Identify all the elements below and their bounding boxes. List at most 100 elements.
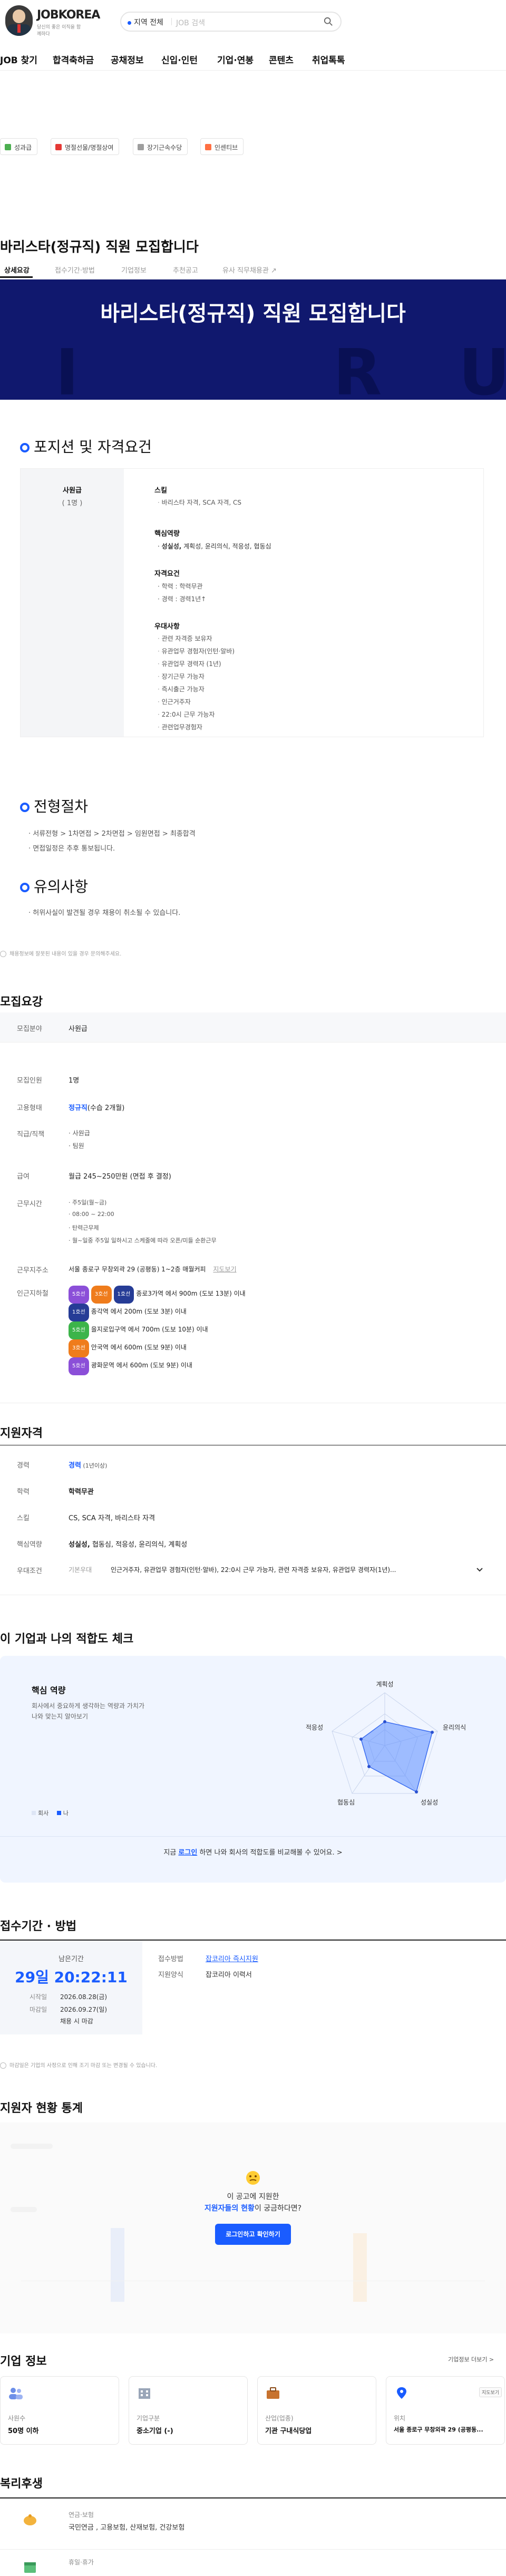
radar-legend: 회사 나 — [32, 1809, 69, 1817]
card-key: 기업구분 — [137, 2415, 160, 2422]
addr-value: 서울 종로구 무창외곽 29 (공평동) 1~2층 매월커피 지도보기 — [69, 1266, 237, 1273]
legend-swatch-me — [56, 1811, 61, 1815]
logo-text: JOBKOREA — [37, 8, 100, 22]
type-value: 정규직(수습 2개월) — [69, 1104, 125, 1112]
detail-tabs: 상세요강 접수기간·방법 기업정보 추천공고 유사 직무채용관 ↗ — [0, 261, 506, 279]
benefit-tag: 장기근속수당 — [133, 138, 188, 155]
tab-apply-period[interactable]: 접수기간·방법 — [55, 265, 95, 275]
benefit-tag: 성과급 — [0, 138, 38, 155]
nav-contents[interactable]: 콘텐츠 — [269, 53, 294, 66]
summary-table: 모집분야 사원급 모집인원 1명 고용형태 정규직(수습 2개월) 직급/직책 … — [0, 1012, 506, 1413]
fit-desc: 나와 맞는지 알아보기 — [32, 1713, 88, 1720]
station-item: 5호선 을지로입구역 에서 700m (도보 10분) 이내 — [69, 1321, 246, 1339]
list-item: 인근거주자 — [158, 696, 235, 708]
nav-congrats-bonus[interactable]: 합격축하금 — [53, 53, 94, 66]
nav-public-hiring[interactable]: 공채정보 — [111, 53, 144, 66]
legend-swatch-company — [32, 1811, 36, 1815]
pref-list: 관련 자격증 보유자 유관업무 경험자(인턴·알바) 유관업무 경력자 (1년)… — [158, 632, 235, 734]
fit-heading: 이 기업과 나의 적합도 체크 — [0, 1633, 134, 1646]
pref-tag: 기본우대 — [69, 1566, 92, 1574]
tab-company-info[interactable]: 기업정보 — [121, 265, 147, 275]
fit-panel: 핵심 역량 회사에서 중요하게 생각하는 역량과 가치가 나와 맞는지 알아보기… — [0, 1656, 506, 1883]
nav-new-intern[interactable]: 신입·인턴 — [161, 53, 198, 66]
banner-title: 바리스타(정규직) 직원 모집합니다 — [100, 302, 406, 326]
position-box: 사원급 ( 1명 ) 스킬 바리스타 자격, SCA 자격, CS 핵심역량 ·… — [20, 468, 484, 737]
radar-axis-label: 윤리의식 — [443, 1724, 466, 1731]
company-heading: 기업 정보 — [0, 2355, 47, 2368]
core-label: 핵심역량 — [17, 1541, 42, 1549]
radar-axis-label: 성실성 — [421, 1799, 438, 1806]
position-left-col: 사원급 ( 1명 ) — [21, 469, 124, 737]
nav-company-salary[interactable]: 기업·연봉 — [217, 53, 254, 66]
pref-title: 우대사항 — [154, 623, 180, 631]
info-icon — [0, 951, 6, 957]
tab-details[interactable]: 상세요강 — [4, 265, 30, 275]
banner-decoration: U — [459, 336, 506, 400]
form-label: 지원양식 — [158, 1971, 183, 1979]
chevron-down-icon[interactable] — [475, 1565, 484, 1574]
login-link[interactable]: 로그인 — [178, 1849, 197, 1857]
welfare-desc: 국민연금 , 고용보험, 산재보험, 건강보험 — [69, 2524, 185, 2532]
page-title: 바리스타(정규직) 직원 모집합니다 — [0, 239, 199, 255]
career-value: 경력 (1년이상) — [69, 1462, 108, 1470]
station-item: 1호선 종각역 에서 200m (도보 3분) 이내 — [69, 1304, 246, 1321]
tab-similar-jobs[interactable]: 유사 직무채용관 ↗ — [222, 265, 277, 275]
list-item: 22:0시 근무 가능자 — [158, 708, 235, 721]
stats-question: 이 공고에 지원한 — [227, 2193, 279, 2201]
edu-label: 학력 — [17, 1488, 30, 1496]
apply-left: 남은기간 29일 20:22:11 시작일 2026.08.28(금) 마감일 … — [0, 1941, 142, 2034]
end-date: 2026.09.27(일) — [60, 2006, 108, 2013]
nav-job-search[interactable]: JOB 찾기 — [0, 53, 37, 66]
info-icon — [0, 2062, 6, 2069]
core-values: · 성실성, 계획성, 윤리의식, 적응성, 협동심 — [158, 543, 271, 550]
station-item: 5호선 3호선 1호선 종로3가역 에서 900m (도보 13분) 이내 — [69, 1286, 246, 1304]
location-filter[interactable]: 지역 전체 — [128, 17, 163, 27]
stats-heading: 지원자 현황 통계 — [0, 2102, 83, 2115]
people-icon — [9, 2388, 23, 2399]
station-list: 5호선 3호선 1호선 종로3가역 에서 900m (도보 13분) 이내 1호선 종각… — [69, 1286, 246, 1375]
summary-heading: 모집요강 — [0, 996, 43, 1009]
gift-icon — [55, 144, 62, 150]
calendar-icon — [24, 2562, 36, 2573]
map-button[interactable]: 지도보기 — [479, 2387, 502, 2397]
radar-axis-label: 계획성 — [376, 1681, 393, 1688]
nav-talk[interactable]: 취업톡톡 — [312, 53, 345, 66]
list-item: 유관업무 경력자 (1년) — [158, 658, 235, 670]
tab-recommended[interactable]: 추천공고 — [173, 265, 198, 275]
skill-value: CS, SCA 자격, 바리스타 자격 — [69, 1514, 155, 1522]
qualification-heading: 지원자격 — [0, 1427, 43, 1440]
remain-countdown: 29일 20:22:11 — [15, 1969, 128, 1986]
company-more-link[interactable]: 기업정보 더보기 > — [448, 2355, 494, 2363]
process-note: · 면접일정은 추후 통보됩니다. — [28, 845, 115, 853]
card-key: 사원수 — [8, 2415, 26, 2422]
search-input[interactable]: JOB 검색 — [176, 17, 205, 28]
count-value: 1명 — [69, 1077, 80, 1085]
pay-value: 월급 245~250만원 (면접 후 결정) — [69, 1173, 171, 1181]
qual-title: 자격요건 — [154, 570, 180, 578]
banner-decoration: R — [333, 336, 382, 400]
form-value: 잡코리아 이력서 — [206, 1971, 252, 1979]
medal-icon — [138, 144, 144, 150]
hours-value: · 탄력근무제 — [69, 1224, 99, 1231]
hours-value: · 월~일중 주5일 일하시고 스케줄에 따라 오픈/미들 순환근무 — [69, 1237, 217, 1244]
pref-label: 우대조건 — [17, 1567, 42, 1575]
rank-label: 직급/직책 — [17, 1131, 45, 1139]
report-link[interactable]: 채용정보에 잘못된 내용이 있을 경우 문의해주세요. — [0, 949, 121, 957]
remain-label: 남은기간 — [59, 1955, 84, 1963]
logo-avatar-icon — [5, 5, 33, 36]
login-check-button[interactable]: 로그인하고 확인하기 — [215, 2224, 291, 2245]
method-value[interactable]: 잡코리아 즉시지원 — [206, 1953, 258, 1963]
pay-label: 급여 — [17, 1173, 30, 1181]
list-item: 장기근무 가능자 — [158, 670, 235, 683]
qualification-table: 경력 경력 (1년이상) 학력 학력무관 스킬 CS, SCA 자격, 바리스타… — [0, 1445, 506, 1598]
card-key: 산업(업종) — [265, 2415, 294, 2422]
search-bar[interactable]: 지역 전체 JOB 검색 — [120, 12, 342, 32]
map-link[interactable]: 지도보기 — [213, 1266, 236, 1273]
logo[interactable]: JOBKOREA 당신의 좋은 이직을 함께하다 — [5, 4, 100, 37]
pref-value: 인근거주자, 유관업무 경험자(인턴·알바), 22:0시 근무 가능자, 관련… — [111, 1566, 396, 1574]
station-item: 5호선 광화문역 에서 600m (도보 9분) 이내 — [69, 1357, 246, 1375]
search-icon[interactable] — [324, 17, 333, 26]
apply-note: 마감일은 기업의 사정으로 인해 조기 마감 또는 변경될 수 있습니다. — [0, 2061, 157, 2069]
count-label: 모집인원 — [17, 1077, 42, 1085]
bullet-ring-icon — [20, 803, 30, 812]
